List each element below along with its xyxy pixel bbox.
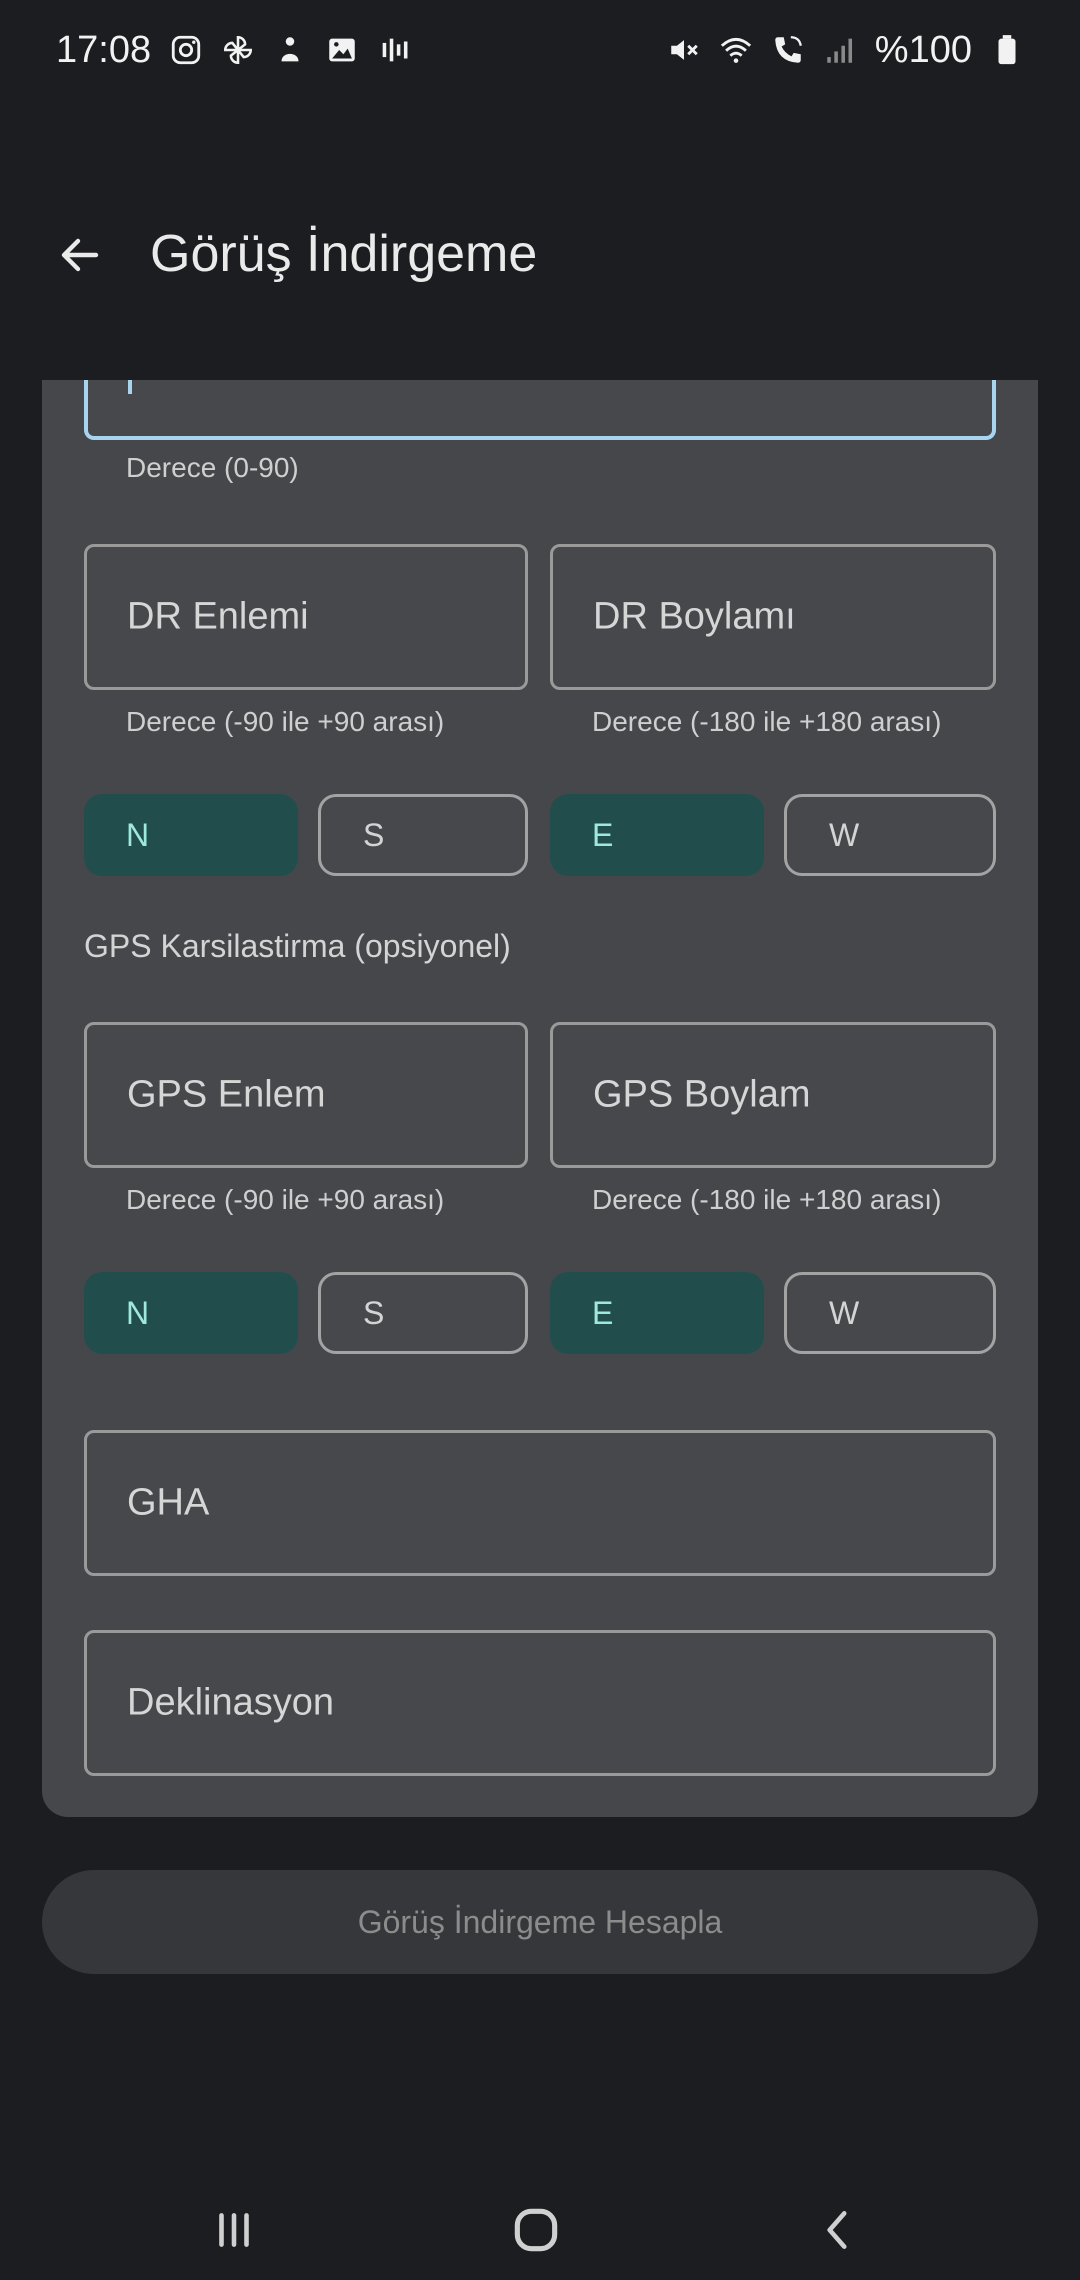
signal-icon [823,33,857,67]
recent-apps-icon [219,2213,249,2247]
altitude-helper: Derece (0-90) [126,452,299,483]
declination-label: Deklinasyon [127,1681,334,1724]
battery-percentage: %100 [874,28,972,71]
altitude-input[interactable] [84,380,996,440]
arrow-left-icon [61,238,99,272]
gps-section-title: GPS Karsilastirma (opsiyonel) [84,928,511,964]
mute-icon [667,33,701,67]
home-button[interactable] [496,2190,576,2270]
dr-longitude-input[interactable]: DR Boylamı [550,544,996,690]
pinwheel-icon [221,33,255,67]
calculate-button-label: Görüş İndirgeme Hesapla [357,1903,723,1940]
status-time: 17:08 [56,28,152,71]
back-icon [827,2211,847,2249]
gps-latitude-helper: Derece (-90 ile +90 arası) [126,1184,445,1215]
dr-toggle-west[interactable]: W [784,794,996,876]
dr-latitude-label: DR Enlemi [127,595,309,638]
equalizer-icon [377,33,411,67]
gps-longitude-input[interactable]: GPS Boylam [550,1022,996,1168]
nav-back-button[interactable] [798,2190,878,2270]
gps-toggle-north[interactable]: N [84,1272,298,1354]
gha-label: GHA [127,1481,210,1524]
dr-longitude-label: DR Boylamı [593,595,796,638]
person-icon [273,33,307,67]
gps-longitude-label: GPS Boylam [593,1073,811,1116]
instagram-icon [169,33,203,67]
dr-toggle-north[interactable]: N [84,794,298,876]
gps-latitude-input[interactable]: GPS Enlem [84,1022,528,1168]
status-right: %100 [667,29,1024,72]
declination-input[interactable]: Deklinasyon [84,1630,996,1776]
dr-latitude-helper: Derece (-90 ile +90 arası) [126,706,445,737]
status-left: 17:08 [56,29,411,72]
wifi-call-icon [771,33,805,67]
back-button[interactable] [50,225,110,285]
gha-input[interactable]: GHA [84,1430,996,1576]
battery-icon [990,33,1024,67]
gps-longitude-helper: Derece (-180 ile +180 arası) [592,1184,942,1215]
dr-latitude-input[interactable]: DR Enlemi [84,544,528,690]
gps-toggle-south[interactable]: S [318,1272,528,1354]
gps-latitude-label: GPS Enlem [127,1073,326,1116]
dr-toggle-south[interactable]: S [318,794,528,876]
home-icon [514,2208,558,2252]
form-card: Derece (0-90) DR Enlemi Derece (-90 ile … [42,380,1038,1817]
gps-toggle-east[interactable]: E [550,1272,764,1354]
navigation-bar [0,2160,1080,2280]
gps-toggle-west[interactable]: W [784,1272,996,1354]
page-title: Görüş İndirgeme [150,225,538,283]
image-icon [325,33,359,67]
dr-longitude-helper: Derece (-180 ile +180 arası) [592,706,942,737]
dr-toggle-east[interactable]: E [550,794,764,876]
text-cursor [128,380,132,394]
app-bar: Görüş İndirgeme [0,200,1080,310]
wifi-icon [719,33,753,67]
recent-apps-button[interactable] [194,2190,274,2270]
status-bar: 17:08 %100 [0,0,1080,100]
calculate-button[interactable]: Görüş İndirgeme Hesapla [42,1870,1038,1974]
